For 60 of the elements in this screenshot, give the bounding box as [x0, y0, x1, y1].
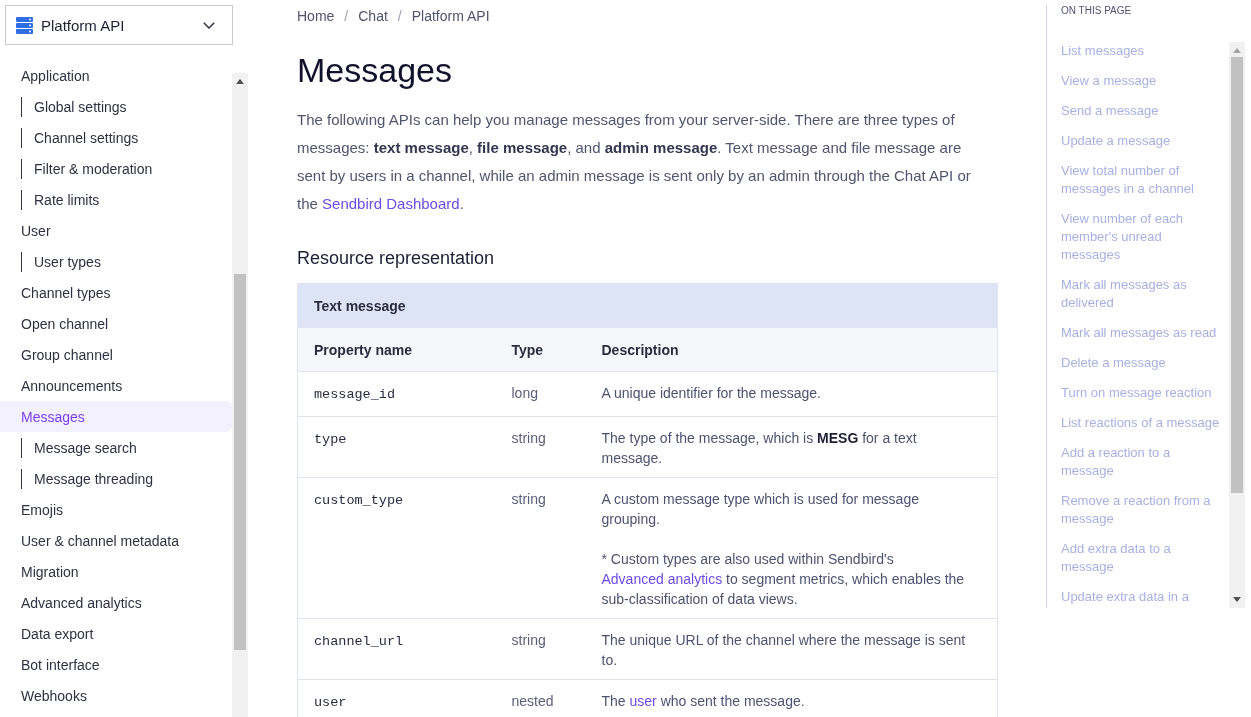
nav-item[interactable]: Announcements [0, 370, 232, 401]
description-text: The type of the message, which is MESG for a text message. [601, 429, 918, 468]
property-name: message_id [314, 387, 395, 402]
chevron-down-icon [203, 21, 215, 29]
nav-item[interactable]: User types [0, 246, 232, 277]
scrollbar-thumb[interactable] [234, 274, 246, 650]
nav-item[interactable]: Emojis [0, 494, 232, 525]
nav-item[interactable]: Group channel [0, 339, 232, 370]
nav-item[interactable]: User [0, 215, 232, 246]
type-text: string [511, 632, 546, 648]
breadcrumb-separator: / [344, 7, 349, 26]
description-text: * Custom types are also used within Sendbird's Advanced analytics to segment metrics, which enables the sub-classification of data views. [601, 550, 966, 609]
property-name: user [314, 695, 347, 710]
breadcrumb-link[interactable]: Home [297, 6, 335, 26]
link[interactable]: user [629, 693, 657, 709]
type-text: nested [511, 693, 554, 709]
nav-item[interactable]: Message search [0, 432, 232, 463]
nav-item[interactable]: Migration [0, 556, 232, 587]
link[interactable]: Advanced analytics [601, 571, 723, 587]
nav-item[interactable]: Bot interface [0, 649, 232, 680]
toc-heading: ON THIS PAGE [1061, 5, 1133, 17]
nav-item[interactable]: Application [0, 60, 232, 91]
type-text: string [511, 491, 546, 507]
property-name: channel_url [314, 634, 404, 649]
breadcrumb-link[interactable]: Platform API [411, 6, 490, 26]
type-text: long [511, 385, 538, 401]
page-title: Messages [297, 50, 453, 90]
nav-item[interactable]: Channel settings [0, 122, 232, 153]
property-name: type [314, 432, 347, 447]
nav-item[interactable]: Filter & moderation [0, 153, 232, 184]
nav-item[interactable]: Rate limits [0, 184, 232, 215]
nav-item[interactable]: Channel types [0, 277, 232, 308]
description-text: The unique URL of the channel where the message is sent to. [601, 631, 967, 670]
link[interactable]: Sendbird Dashboard [322, 195, 460, 212]
nav-item[interactable]: Global settings [0, 91, 232, 122]
column-header: Property name [297, 327, 496, 372]
nav-item[interactable]: Data export [0, 618, 232, 649]
column-header: Description [585, 327, 998, 372]
nav-item[interactable]: Message threading [0, 463, 232, 494]
nav-item[interactable]: User & channel metadata [0, 525, 232, 556]
breadcrumb-separator: / [397, 7, 402, 26]
scrollbar-thumb[interactable] [1231, 57, 1243, 493]
nav-item[interactable]: Messages [0, 401, 232, 432]
description-text: A unique identifier for the message. [601, 384, 822, 403]
section-heading: Resource representation [297, 247, 496, 270]
table-caption: Text message [297, 283, 998, 328]
server-stack-icon [16, 16, 33, 34]
column-header: Type [495, 327, 586, 372]
nav-item[interactable]: Advanced analytics [0, 587, 232, 618]
property-name: custom_type [314, 493, 404, 508]
up-arrow-icon[interactable] [236, 79, 244, 84]
down-arrow-icon[interactable] [1233, 597, 1241, 602]
nav-item[interactable]: Open channel [0, 308, 232, 339]
type-text: string [511, 430, 546, 446]
description-text: The user who sent the message. [601, 692, 806, 711]
nav-item[interactable]: Webhooks [0, 680, 232, 711]
breadcrumb-link[interactable]: Chat [358, 6, 388, 26]
product-selector[interactable]: Platform API [5, 5, 233, 45]
intro-paragraph: The following APIs can help you manage messages from your server-side. There are three types of messages: text message, file message, and admin message. Text message and file message are sent by users in a channel, while an admin message is sent only by an admin through the Chat API or the Sendbird Dashboard. [297, 110, 972, 214]
description-text: A custom message type which is used for message grouping. [601, 490, 920, 529]
